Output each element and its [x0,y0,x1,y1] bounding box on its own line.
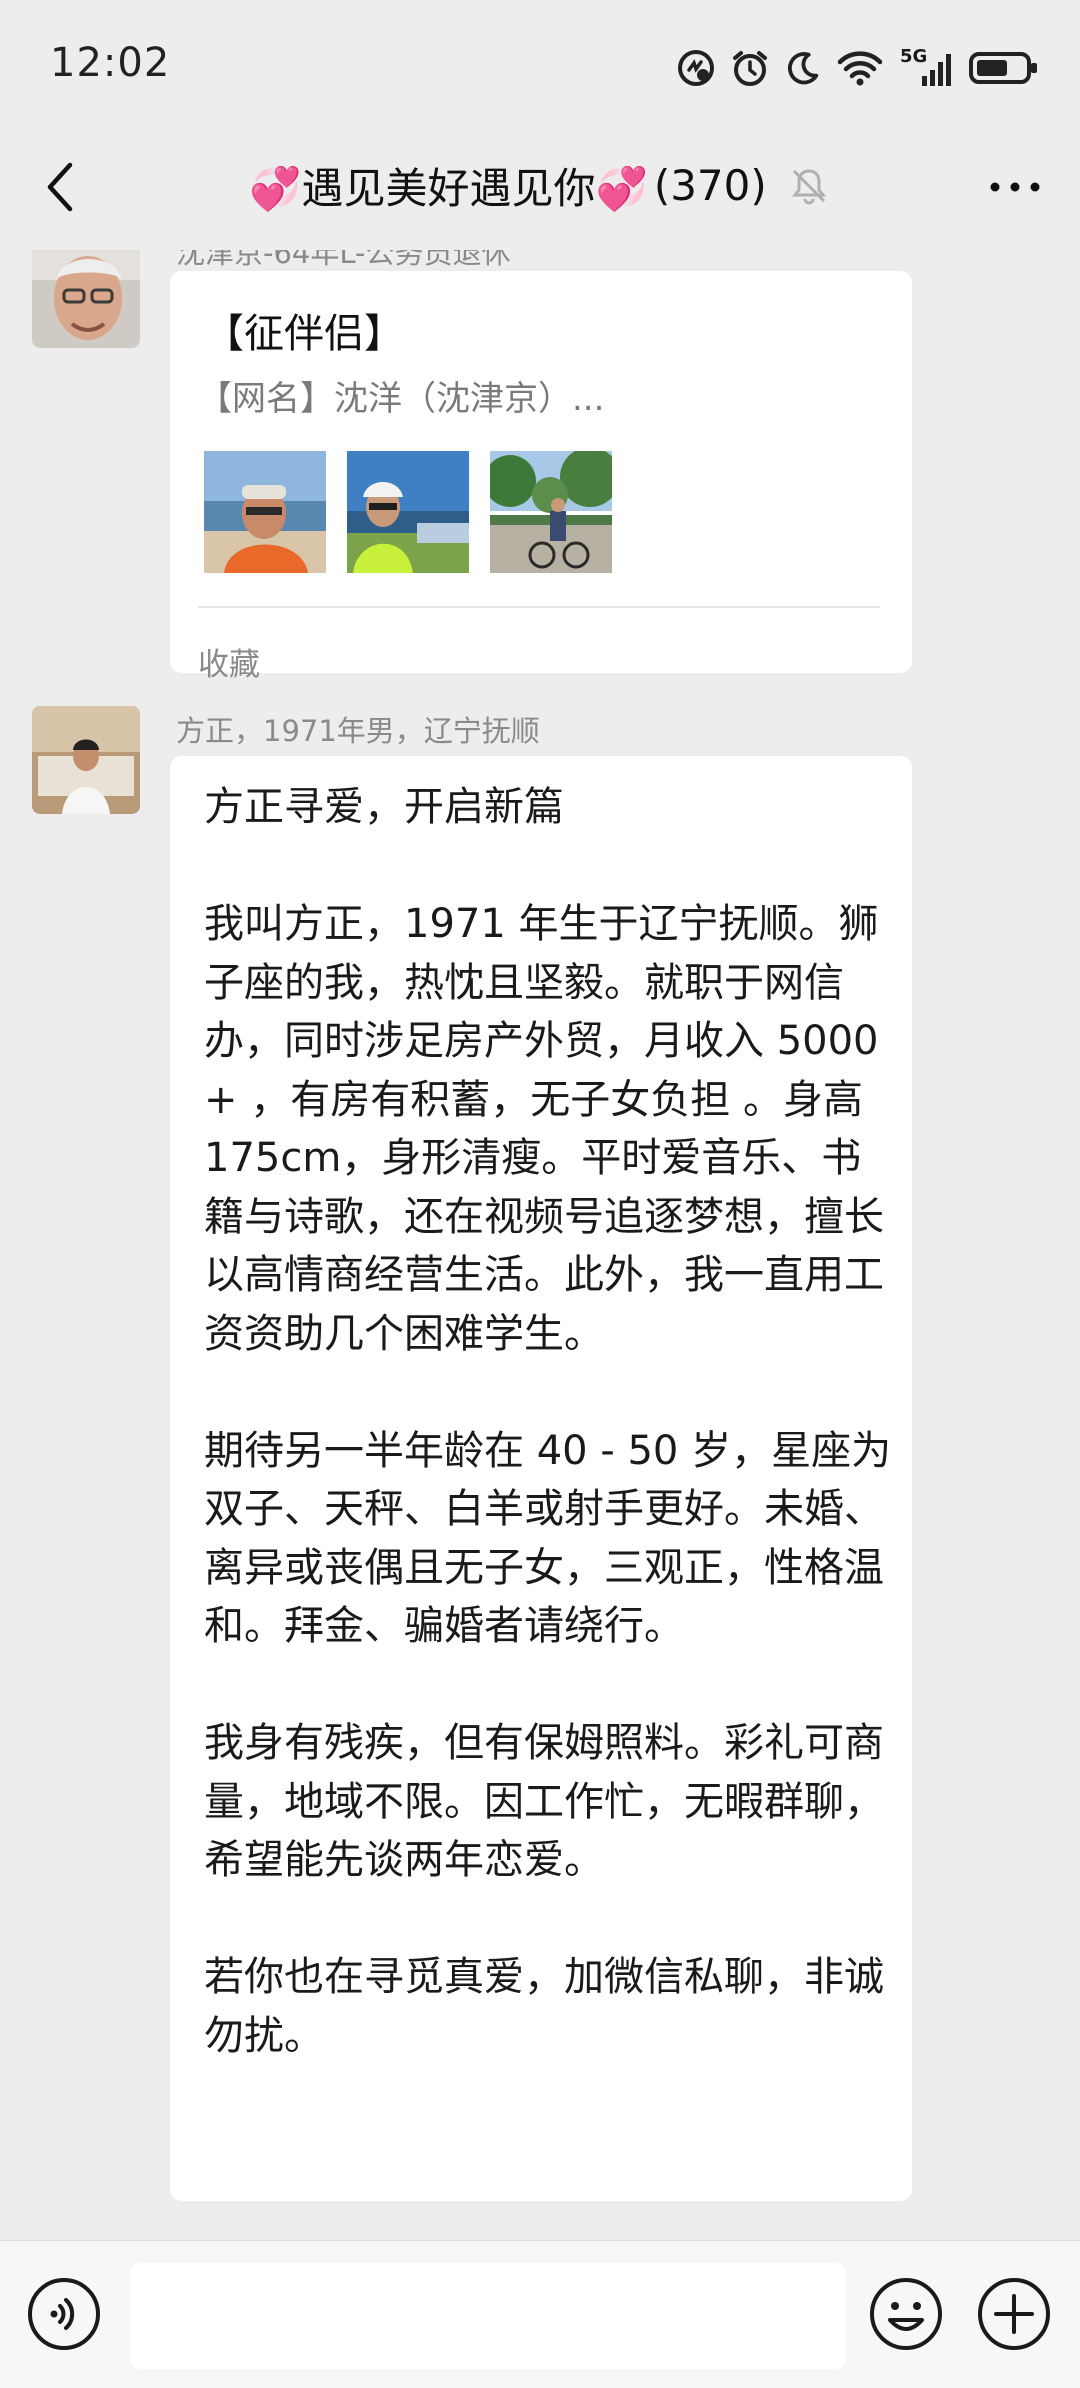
mute-bell-icon [791,169,826,205]
card-source-label: 收藏 [198,647,260,683]
sender-name: 方正，1971年男，辽宁抚顺 [176,714,540,748]
plus-icon [978,2278,1050,2350]
voice-icon [28,2278,100,2350]
chat-message-list[interactable]: 沈津京-64年L-公务员退休 【征伴侣】 【网名】沈洋（沈津京）... 收藏 方… [0,250,1080,2240]
message-paragraph: 若你也在寻觅真爱，加微信私聊，非诚勿扰。 [204,1954,884,2059]
message-paragraph: 我叫方正，1971 年生于辽宁抚顺。狮子座的我，热忱且坚毅。就职于网信办，同时涉… [204,901,884,1357]
input-bar [0,2240,1080,2388]
avatar[interactable] [32,706,140,814]
card-photo [347,451,469,573]
more-dots-icon [990,182,1040,192]
more-functions-button[interactable] [976,2276,1052,2352]
voice-button[interactable] [26,2276,102,2352]
sender-name: 沈津京-64年L-公务员退休 [176,250,511,270]
emoji-icon [870,2278,942,2350]
chat-title[interactable]: 💞遇见美好遇见你💞 (370) [0,150,1080,220]
message-paragraph: 期待另一半年龄在 40 - 50 岁，星座为双子、天秤、白羊或射手更好。未婚、离… [204,1427,892,1650]
emoji-button[interactable] [868,2276,944,2352]
status-bar: 12:02 5G [0,0,1080,130]
message-paragraph: 我身有残疾，但有保姆照料。彩礼可商量，地域不限。因工作忙，无暇群聊，希望能先谈两… [204,1720,884,1883]
card-subtitle: 【网名】沈洋（沈津京）... [198,379,605,419]
wifi-icon [837,51,883,86]
status-icons: 5G [676,46,1040,90]
card-title: 【征伴侣】 [204,311,404,357]
text-message-bubble[interactable]: 方正寻爱，开启新篇 我叫方正，1971 年生于辽宁抚顺。狮子座的我，热忱且坚毅。… [170,756,912,2201]
card-photo [490,451,612,573]
alarm-icon [733,51,767,86]
signal-5g-icon: 5G [898,46,954,88]
status-time: 12:02 [50,40,171,86]
favorite-card[interactable]: 【征伴侣】 【网名】沈洋（沈津京）... 收藏 [170,271,912,683]
group-name: 💞遇见美好遇见你💞 [249,163,648,213]
message-paragraph: 方正寻爱，开启新篇 [204,784,564,830]
card-photo [204,451,326,573]
data-saver-icon [678,50,714,86]
battery-icon [969,52,1037,84]
moon-icon [787,52,819,85]
more-options-button[interactable] [980,152,1050,222]
message-input[interactable] [130,2263,846,2369]
member-count: (370) [653,160,767,210]
card-divider [198,606,880,608]
message-text: 方正寻爱，开启新篇 我叫方正，1971 年生于辽宁抚顺。狮子座的我，热忱且坚毅。… [204,778,894,2065]
chat-header: 💞遇见美好遇见你💞 (370) [0,130,1080,250]
avatar[interactable] [32,250,140,348]
